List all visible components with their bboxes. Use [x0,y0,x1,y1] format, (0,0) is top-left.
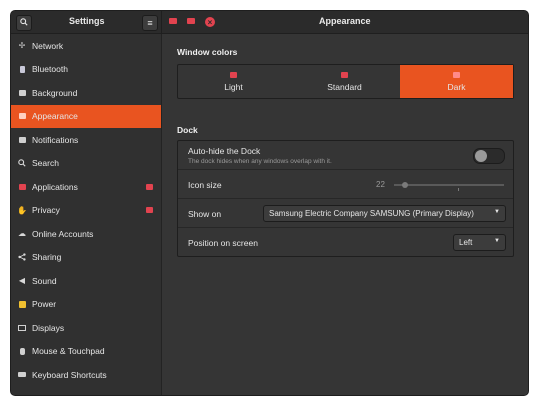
theme-preview-icon [453,71,460,78]
power-icon [18,300,26,308]
theme-preview-icon [341,71,348,78]
sidebar-item-label: Sharing [32,252,62,262]
background-icon [18,89,26,97]
menu-button[interactable]: ≡ [142,15,158,31]
position-dropdown[interactable]: Left ▼ [453,234,506,251]
search-icon [18,159,26,167]
sidebar-item-label: Search [32,158,59,168]
sidebar-item-label: Bluetooth [32,64,68,74]
sidebar-item-sharing[interactable]: Sharing [11,246,161,269]
search-icon [20,18,28,28]
dock-title: Dock [177,125,198,135]
sharing-icon [18,253,26,261]
color-option-label: Dark [447,81,466,92]
window-colors-title: Window colors [177,47,238,57]
theme-preview-icon [230,71,237,78]
show-on-label: Show on [188,209,222,219]
color-option-dark[interactable]: Dark [400,65,513,98]
sidebar: ✢ Network Bluetooth Background Appearanc… [11,34,162,395]
position-row: Position on screen Left ▼ [178,228,513,256]
sound-icon: ◀ [18,276,26,285]
sidebar-item-power[interactable]: Power [11,293,161,316]
slider-tick-mark [458,188,459,191]
sidebar-item-label: Displays [32,322,65,333]
sidebar-item-notifications[interactable]: Notifications [11,128,161,151]
submenu-arrow-icon [146,183,153,190]
autohide-label: Auto-hide the Dock [188,146,261,156]
icon-size-slider[interactable] [394,184,504,186]
chevron-down-icon: ▼ [494,209,500,215]
sidebar-item-mouse-touchpad[interactable]: Mouse & Touchpad [11,340,161,363]
minimize-icon[interactable] [169,18,177,24]
main-content: Window colors Light Standard Dark Dock A… [162,34,528,395]
dock-settings-list: Auto-hide the Dock The dock hides when a… [177,140,514,257]
hamburger-menu-icon: ≡ [147,18,153,28]
sidebar-item-bluetooth[interactable]: Bluetooth [11,58,161,81]
sidebar-item-label: Applications [32,181,78,192]
icon-size-row: Icon size 22 [178,170,513,199]
maximize-icon[interactable] [187,18,195,24]
sidebar-header: Settings ≡ [11,11,162,33]
icon-size-label: Icon size [188,180,222,190]
position-value: Left [459,238,473,247]
network-icon: ✢ [18,41,26,50]
sidebar-item-search[interactable]: Search [11,152,161,175]
sidebar-item-online-accounts[interactable]: ☁ Online Accounts [11,222,161,245]
toggle-knob [475,150,487,162]
mouse-icon [18,347,26,355]
bluetooth-icon [18,65,26,73]
applications-icon [18,183,26,191]
online-accounts-icon: ☁ [18,229,26,238]
chevron-down-icon: ▼ [494,238,500,244]
keyboard-icon [18,371,26,379]
color-option-standard[interactable]: Standard [289,65,400,98]
show-on-row: Show on Samsung Electric Company SAMSUNG… [178,199,513,228]
settings-window: Settings ≡ × Appearance ✢ Network Blueto… [11,11,528,395]
sidebar-item-label: Power [32,299,57,309]
sidebar-item-displays[interactable]: Displays [11,316,161,339]
sidebar-item-label: Background [32,87,78,98]
sidebar-item-label: Notifications [32,134,79,145]
notifications-icon [18,136,26,144]
sidebar-title: Settings [69,16,105,26]
show-on-dropdown[interactable]: Samsung Electric Company SAMSUNG (Primar… [263,205,506,222]
page-title: Appearance [319,16,371,26]
sidebar-item-network[interactable]: ✢ Network [11,34,161,57]
sidebar-item-keyboard-shortcuts[interactable]: Keyboard Shortcuts [11,363,161,386]
window-colors-selector: Light Standard Dark [177,64,514,99]
sidebar-item-sound[interactable]: ◀ Sound [11,269,161,292]
position-label: Position on screen [188,238,258,248]
show-on-value: Samsung Electric Company SAMSUNG (Primar… [269,209,474,218]
autohide-toggle[interactable] [473,148,505,164]
sidebar-item-appearance[interactable]: Appearance [11,104,161,128]
displays-icon [18,324,26,332]
slider-handle[interactable] [402,182,408,188]
search-button[interactable] [16,15,32,31]
sidebar-item-label: Appearance [32,111,78,121]
color-option-label: Light [224,81,243,92]
sidebar-item-background[interactable]: Background [11,81,161,104]
close-icon[interactable]: × [205,17,215,27]
sidebar-item-privacy[interactable]: ✋ Privacy [11,199,161,222]
autohide-sublabel: The dock hides when any windows overlap … [188,158,332,165]
color-option-label: Standard [327,81,362,92]
sidebar-item-applications[interactable]: Applications [11,175,161,198]
icon-size-value: 22 [376,180,385,189]
color-option-light[interactable]: Light [178,65,289,98]
submenu-arrow-icon [146,207,153,213]
sidebar-item-label: Keyboard Shortcuts [32,369,107,380]
autohide-row: Auto-hide the Dock The dock hides when a… [178,141,513,170]
sidebar-item-label: Online Accounts [32,228,94,239]
appearance-icon [18,112,26,120]
sidebar-item-label: Sound [32,275,57,286]
sidebar-item-label: Mouse & Touchpad [32,346,105,356]
header-bar: Settings ≡ × Appearance [11,11,528,34]
privacy-icon: ✋ [17,205,27,215]
sidebar-item-label: Privacy [32,205,60,215]
sidebar-item-label: Network [32,40,64,51]
